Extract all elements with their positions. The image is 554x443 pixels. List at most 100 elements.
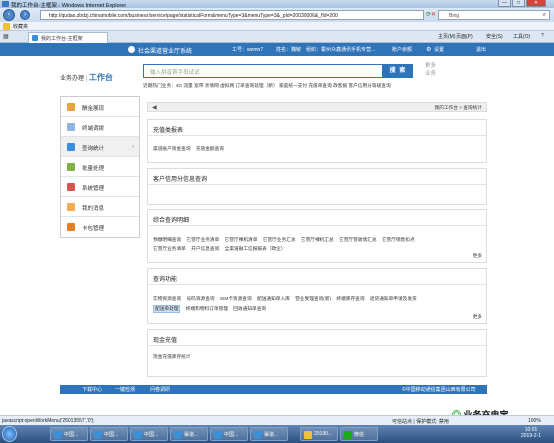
favorites-label[interactable]: 收藏夹 (13, 23, 28, 30)
panel-links: 预缴明细查询 它营厅业务清单 它营厅裸机清单 它营厅业务汇总 它营厅裸机汇总 它… (153, 237, 419, 243)
sidebar-item-label: 酬金展现 (82, 106, 105, 112)
footer-link-download[interactable]: 下载中心 (82, 386, 102, 393)
footer-link-survey[interactable]: 问卷调研 (150, 386, 170, 393)
ie-icon (214, 431, 222, 439)
panel-link[interactable]: 现金充值库存统计 (153, 354, 191, 360)
taskbar-item[interactable]: 中国... (210, 427, 248, 441)
sidebar: 酬金展现 终端调拨 查询统计 › 批量处理 系统管理 我的消息 卡包管理 (60, 96, 140, 238)
panel-link[interactable]: 渠道账户资金查询 (153, 146, 191, 152)
zoom-level[interactable]: 100% (528, 418, 541, 424)
panel-link[interactable]: 营业受理查询(新) (295, 296, 331, 302)
panel-link[interactable]: 全渠道融工信报报表（政企） (225, 246, 286, 252)
panel-link[interactable]: 它营厅销售扣点 (382, 237, 415, 243)
divider (148, 284, 486, 285)
panel-cash-recharge: 现金充值 现金充值库存统计 (147, 329, 487, 377)
panel-link[interactable]: 充值金额查询 (196, 146, 224, 152)
search-button[interactable]: 搜 索 (383, 64, 413, 78)
panel-link[interactable]: 它营厅裸机汇总 (301, 237, 334, 243)
close-button[interactable]: ✕ (526, 0, 546, 7)
panel-query-functions: 查询功能 实物资源查询 号码资源查询 SIM卡资源查询 配送通知单入库 营业受理… (147, 268, 487, 324)
sidebar-item-batch[interactable]: 批量处理 (61, 157, 139, 177)
brand: 业务办理 | 工作台 (60, 73, 113, 82)
forward-icon[interactable]: › (20, 10, 30, 20)
panel-link[interactable]: 它营厅业务汇总 (263, 237, 296, 243)
panel-link[interactable]: 它营厅营收情汇总 (339, 237, 377, 243)
divider (148, 345, 486, 346)
gear-icon[interactable]: ⚙ (426, 46, 431, 53)
minimize-button[interactable]: — (498, 0, 511, 7)
footer-link-check[interactable]: 一键检测 (115, 386, 135, 393)
magnifier-icon[interactable]: ⌕ (543, 12, 546, 19)
maximize-button[interactable]: □ (512, 0, 525, 7)
help-menu[interactable]: ? (541, 33, 544, 39)
search-input[interactable]: 输入拼音首字母试试 (143, 64, 383, 78)
sidebar-item-label: 终端调拨 (82, 126, 105, 132)
sidebar-item-card-pack[interactable]: 卡包管理 (61, 217, 139, 237)
ie-icon (94, 431, 102, 439)
start-button[interactable] (2, 426, 17, 442)
taskbar-item[interactable]: 中国... (90, 427, 128, 441)
panel-link[interactable]: 它营厅裸机清单 (225, 237, 258, 243)
stop-icon[interactable]: ✕ (431, 11, 436, 18)
logout-link[interactable]: 退出 (476, 46, 486, 53)
hot-business-links[interactable]: 近期热门业务：4G 流量 宽带 亲情网 虚拟网 订单查询处理（新） 家庭统一支付… (143, 83, 391, 89)
home-menu[interactable]: 主页(M) (438, 33, 456, 40)
panel-links: 它营厅业务清单 开户信息查询 全渠道融工信报报表（政企） (153, 246, 290, 252)
sidebar-item-messages[interactable]: 我的消息 (61, 197, 139, 217)
panel-link[interactable]: 开户信息查询 (191, 246, 219, 252)
page-menu[interactable]: 页面(P) (456, 33, 473, 40)
taskbar-item[interactable]: 20190... (300, 427, 338, 441)
ie-icon (134, 431, 142, 439)
taskbar-item[interactable]: 中国... (130, 427, 168, 441)
taskbar-item[interactable]: 渠道... (170, 427, 208, 441)
card-icon (67, 223, 75, 231)
sidebar-item-terminal-transfer[interactable]: 终端调拨 (61, 117, 139, 137)
sidebar-item-label: 批量处理 (82, 166, 105, 172)
sidebar-item-system[interactable]: 系统管理 (61, 177, 139, 197)
message-icon (67, 203, 75, 211)
batch-icon (67, 163, 75, 171)
query-icon (67, 143, 75, 151)
more-link[interactable]: 更多 (473, 253, 482, 259)
safety-menu[interactable]: 安全(S) (486, 33, 503, 40)
panel-link[interactable]: 实物资源查询 (153, 296, 181, 302)
sidebar-item-commission[interactable]: 酬金展现 (61, 97, 139, 117)
grid-icon[interactable]: ▦ (3, 33, 9, 40)
address-bar[interactable]: http://qudao.zbdzj.chinamobile.com/busin… (40, 10, 424, 20)
panel-link-selected[interactable]: 配送单处理 (153, 305, 181, 313)
breadcrumb-path[interactable]: 我的工作台 > 查询统计 (434, 105, 482, 111)
panel-link[interactable]: 号码资源查询 (186, 296, 214, 302)
back-arrow-icon[interactable]: ◀ (152, 104, 157, 111)
panel-link[interactable]: 配送通知单入库 (257, 296, 290, 302)
account-menu[interactable]: 账户余额 (392, 46, 412, 53)
taskbar-item[interactable]: 中国... (50, 427, 88, 441)
address-url: http://qudao.zbdzj.chinamobile.com/busin… (49, 13, 338, 19)
ie-icon (174, 431, 182, 439)
panel-title: 查询功能 (153, 277, 178, 283)
tools-menu[interactable]: 工具(O) (513, 33, 530, 40)
taskbar-item[interactable]: 渠道... (250, 427, 288, 441)
panel-recharge-reports: 充值类报表 渠道账户资金查询 充值金额查询 (147, 119, 487, 163)
panel-link[interactable]: 回收通知单查询 (233, 306, 266, 312)
panel-link[interactable]: 它营厅业务清单 (153, 246, 186, 252)
panel-link[interactable]: 退货通知单申请及发货 (370, 296, 417, 302)
search-engine-box[interactable]: Bing ⌕ (438, 10, 550, 20)
search-placeholder: 输入拼音首字母试试 (150, 70, 200, 76)
clock[interactable]: 10:01 2019-2-1 (521, 427, 541, 439)
taskbar-item[interactable]: 微信 (340, 427, 378, 441)
back-icon[interactable]: ‹ (3, 9, 15, 21)
user-org[interactable]: 组织：霍州众鑫通讯手机专营... (306, 46, 375, 53)
panel-link[interactable]: 终端和物料订单管理 (186, 306, 228, 312)
panel-link[interactable]: 预缴明细查询 (153, 237, 181, 243)
panel-link[interactable]: SIM卡资源查询 (220, 296, 252, 302)
search-engine-label: Bing (449, 13, 460, 19)
more-link[interactable]: 更多 (473, 314, 482, 320)
sidebar-item-query-stats[interactable]: 查询统计 › (61, 137, 139, 157)
brand-prefix: 业务办理 (60, 76, 85, 82)
breadcrumb: ◀ 我的工作台 > 查询统计 (147, 102, 487, 112)
settings-link[interactable]: 设置 (434, 46, 444, 53)
more-business-link[interactable]: 更多业务 (425, 62, 439, 78)
panel-link[interactable]: 终端库存查询 (336, 296, 364, 302)
browser-tab[interactable]: 我的工作台-主框架 (28, 32, 108, 43)
panel-link[interactable]: 它营厅业务清单 (186, 237, 219, 243)
